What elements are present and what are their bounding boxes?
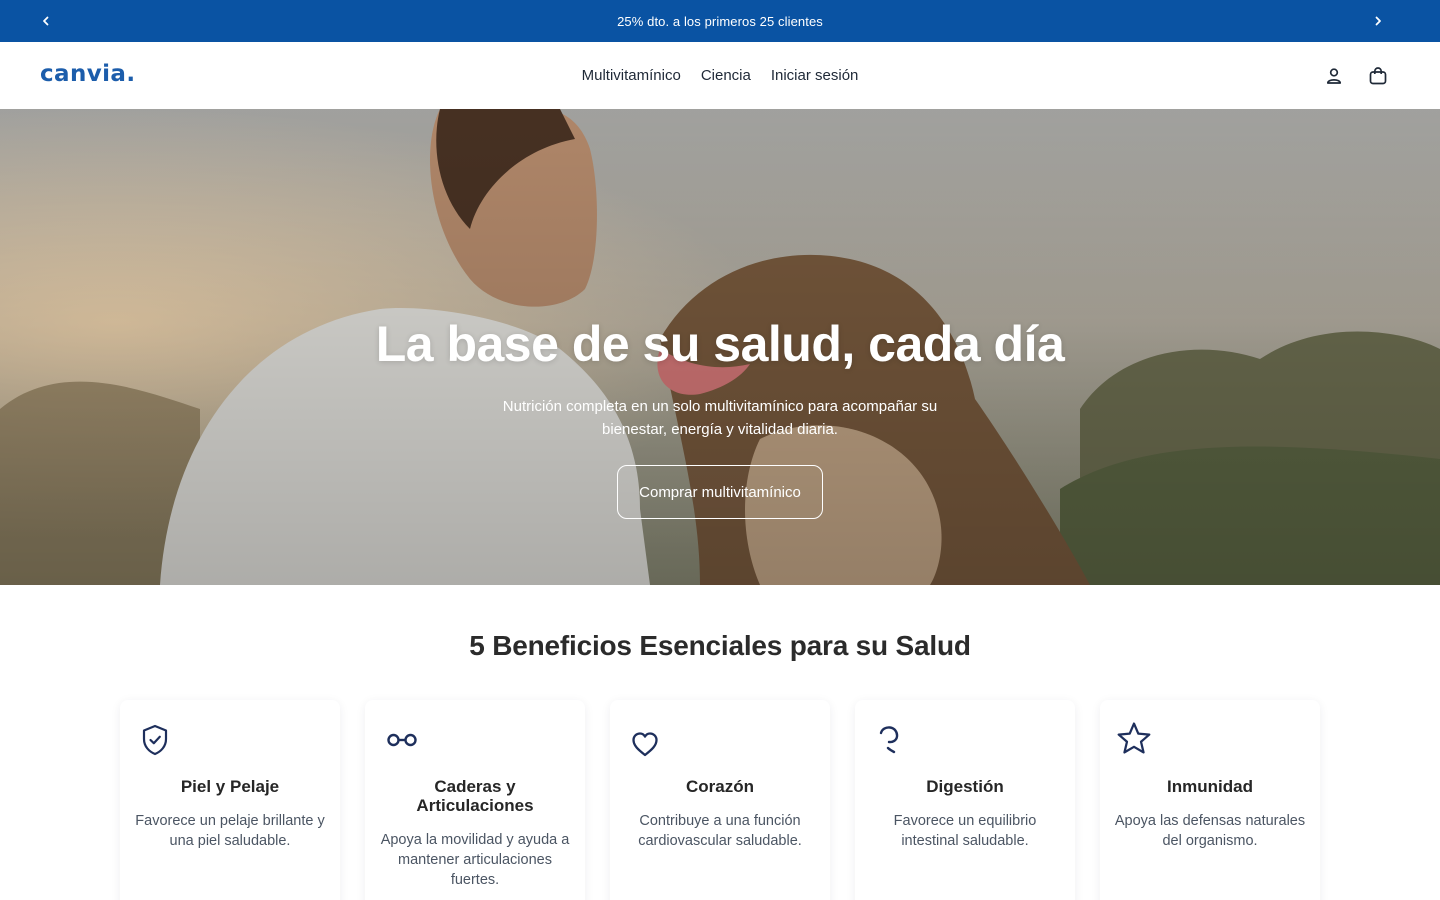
benefit-card-digestion: Digestión Favorece un equilibrio intesti… bbox=[855, 700, 1075, 900]
heart-icon bbox=[630, 726, 666, 762]
benefit-desc: Apoya las defensas naturales del organis… bbox=[1114, 813, 1306, 849]
star-icon bbox=[1116, 720, 1152, 756]
benefit-desc: Favorece un pelaje brillante y una piel … bbox=[135, 813, 325, 849]
nav-link-multivitaminico[interactable]: Multivitamínico bbox=[582, 67, 681, 84]
hero: La base de su salud, cada día Nutrición … bbox=[0, 109, 1440, 585]
logo-text: canvia. bbox=[40, 61, 136, 87]
nav-link-login[interactable]: Iniciar sesión bbox=[771, 67, 859, 84]
benefit-title: Digestión bbox=[926, 777, 1004, 796]
benefit-title: Caderas y Articulaciones bbox=[416, 777, 534, 815]
joint-link-icon bbox=[385, 722, 421, 758]
benefit-desc: Favorece un equilibrio intestinal saluda… bbox=[893, 813, 1037, 849]
shield-check-icon bbox=[140, 722, 176, 758]
hero-subtitle: Nutrición completa en un solo multivitam… bbox=[502, 398, 938, 438]
benefit-card-skin: Piel y Pelaje Favorece un pelaje brillan… bbox=[120, 700, 340, 900]
benefits-grid: Piel y Pelaje Favorece un pelaje brillan… bbox=[120, 700, 1320, 900]
shop-multivitamin-button[interactable]: Comprar multivitamínico bbox=[617, 465, 823, 519]
announcement-text: 25% dto. a los primeros 25 clientes bbox=[617, 13, 823, 29]
benefits-title: 5 Beneficios Esenciales para su Salud bbox=[469, 630, 971, 661]
site-header: canvia. Multivitamínico Ciencia Iniciar … bbox=[0, 42, 1440, 109]
benefit-desc: Contribuye a una función cardiovascular … bbox=[638, 813, 802, 849]
nav-link-ciencia[interactable]: Ciencia bbox=[701, 67, 751, 84]
hero-content: La base de su salud, cada día Nutrición … bbox=[0, 109, 1440, 585]
benefit-card-heart: Corazón Contribuye a una función cardiov… bbox=[610, 700, 830, 900]
benefit-card-joints: Caderas y Articulaciones Apoya la movili… bbox=[365, 700, 585, 900]
benefit-title: Piel y Pelaje bbox=[180, 777, 280, 796]
benefit-title: Corazón bbox=[686, 777, 754, 796]
main-nav: Multivitamínico Ciencia Iniciar sesión bbox=[0, 42, 1440, 109]
logo[interactable]: canvia. bbox=[40, 59, 135, 89]
chevron-left-icon[interactable] bbox=[36, 11, 56, 31]
account-icon[interactable] bbox=[1323, 65, 1345, 87]
benefit-card-immunity: Inmunidad Apoya las defensas naturales d… bbox=[1100, 700, 1320, 900]
cart-icon[interactable] bbox=[1367, 65, 1389, 87]
hero-title: La base de su salud, cada día bbox=[375, 316, 1065, 372]
benefit-title: Inmunidad bbox=[1167, 777, 1253, 796]
benefit-desc: Apoya la movilidad y ayuda a mantener ar… bbox=[380, 832, 570, 888]
chevron-right-icon[interactable] bbox=[1368, 11, 1388, 31]
announcement-bar: 25% dto. a los primeros 25 clientes bbox=[0, 0, 1440, 42]
digestion-icon bbox=[875, 722, 911, 758]
